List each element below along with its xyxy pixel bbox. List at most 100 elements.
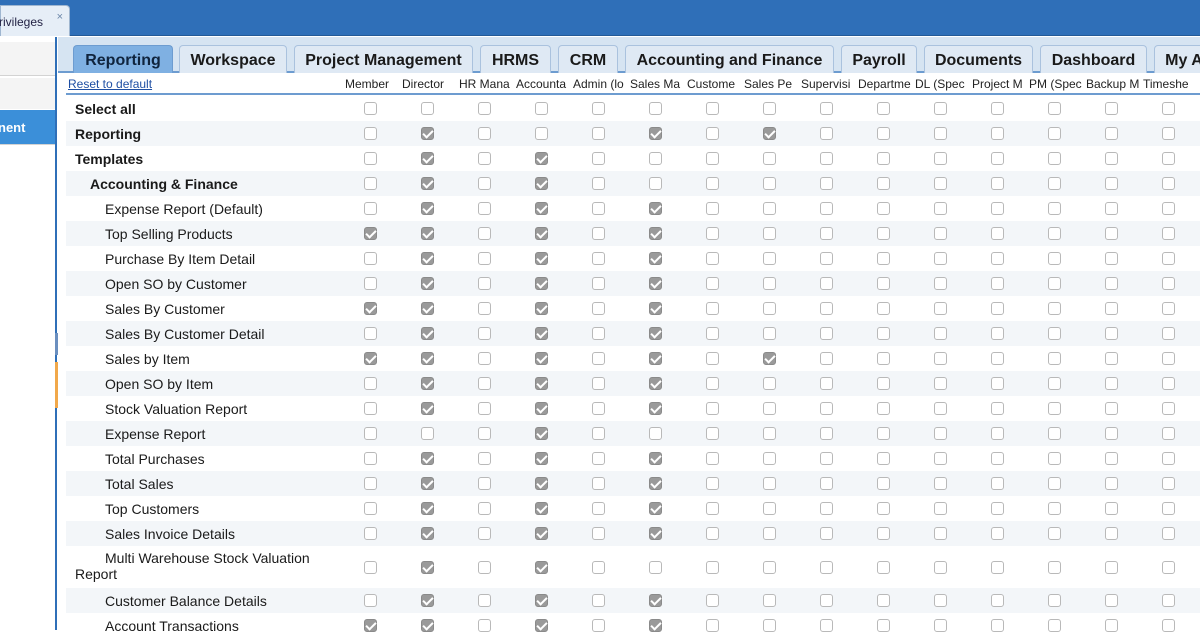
privilege-checkbox[interactable] — [592, 202, 605, 215]
privilege-checkbox[interactable] — [535, 277, 548, 290]
privilege-checkbox[interactable] — [877, 277, 890, 290]
privilege-checkbox[interactable] — [535, 594, 548, 607]
privilege-checkbox[interactable] — [991, 252, 1004, 265]
privilege-checkbox[interactable] — [1048, 227, 1061, 240]
privilege-checkbox[interactable] — [478, 227, 491, 240]
privilege-checkbox[interactable] — [934, 277, 947, 290]
privilege-checkbox[interactable] — [1162, 327, 1175, 340]
privilege-checkbox[interactable] — [1105, 594, 1118, 607]
privilege-checkbox[interactable] — [592, 227, 605, 240]
privilege-checkbox[interactable] — [1162, 277, 1175, 290]
privilege-checkbox[interactable] — [649, 452, 662, 465]
privilege-checkbox[interactable] — [478, 102, 491, 115]
left-panel-item-active[interactable]: nent — [0, 109, 55, 145]
privilege-checkbox[interactable] — [421, 177, 434, 190]
privilege-checkbox[interactable] — [877, 594, 890, 607]
privilege-checkbox[interactable] — [820, 452, 833, 465]
privilege-checkbox[interactable] — [535, 152, 548, 165]
privilege-checkbox[interactable] — [820, 302, 833, 315]
privilege-checkbox[interactable] — [1162, 477, 1175, 490]
privilege-checkbox[interactable] — [421, 327, 434, 340]
privilege-checkbox[interactable] — [763, 402, 776, 415]
privilege-checkbox[interactable] — [478, 502, 491, 515]
privilege-checkbox[interactable] — [934, 127, 947, 140]
privilege-checkbox[interactable] — [364, 302, 377, 315]
privilege-checkbox[interactable] — [820, 502, 833, 515]
privilege-checkbox[interactable] — [592, 177, 605, 190]
privilege-checkbox[interactable] — [820, 202, 833, 215]
privilege-checkbox[interactable] — [934, 227, 947, 240]
privilege-checkbox[interactable] — [364, 427, 377, 440]
privilege-checkbox[interactable] — [535, 127, 548, 140]
privilege-checkbox[interactable] — [820, 477, 833, 490]
privilege-checkbox[interactable] — [820, 327, 833, 340]
privilege-checkbox[interactable] — [1105, 561, 1118, 574]
privilege-checkbox[interactable] — [934, 102, 947, 115]
privilege-checkbox[interactable] — [1105, 527, 1118, 540]
privilege-checkbox[interactable] — [535, 352, 548, 365]
privilege-checkbox[interactable] — [763, 427, 776, 440]
privilege-checkbox[interactable] — [649, 227, 662, 240]
privilege-checkbox[interactable] — [763, 527, 776, 540]
privilege-checkbox[interactable] — [649, 177, 662, 190]
privilege-checkbox[interactable] — [649, 202, 662, 215]
privilege-checkbox[interactable] — [763, 177, 776, 190]
privilege-checkbox[interactable] — [364, 527, 377, 540]
privilege-checkbox[interactable] — [763, 302, 776, 315]
privilege-checkbox[interactable] — [1048, 427, 1061, 440]
privilege-checkbox[interactable] — [421, 252, 434, 265]
privilege-checkbox[interactable] — [592, 377, 605, 390]
privilege-checkbox[interactable] — [1105, 102, 1118, 115]
privilege-checkbox[interactable] — [478, 427, 491, 440]
privilege-checkbox[interactable] — [1105, 152, 1118, 165]
privilege-checkbox[interactable] — [1105, 352, 1118, 365]
privilege-checkbox[interactable] — [592, 452, 605, 465]
privilege-checkbox[interactable] — [1048, 561, 1061, 574]
privilege-checkbox[interactable] — [535, 377, 548, 390]
privilege-checkbox[interactable] — [1105, 452, 1118, 465]
privilege-checkbox[interactable] — [478, 252, 491, 265]
privilege-checkbox[interactable] — [592, 152, 605, 165]
privilege-checkbox[interactable] — [763, 452, 776, 465]
privilege-checkbox[interactable] — [706, 561, 719, 574]
privilege-checkbox[interactable] — [1048, 327, 1061, 340]
privilege-checkbox[interactable] — [478, 327, 491, 340]
privilege-checkbox[interactable] — [535, 102, 548, 115]
left-panel-item-1[interactable] — [0, 41, 55, 76]
privilege-checkbox[interactable] — [877, 502, 890, 515]
privilege-checkbox[interactable] — [1162, 102, 1175, 115]
privilege-checkbox[interactable] — [535, 202, 548, 215]
privilege-checkbox[interactable] — [535, 402, 548, 415]
privilege-checkbox[interactable] — [421, 502, 434, 515]
privilege-checkbox[interactable] — [649, 152, 662, 165]
privilege-checkbox[interactable] — [763, 477, 776, 490]
privilege-checkbox[interactable] — [934, 302, 947, 315]
privilege-checkbox[interactable] — [763, 594, 776, 607]
privilege-checkbox[interactable] — [1048, 594, 1061, 607]
privilege-checkbox[interactable] — [991, 619, 1004, 632]
privilege-checkbox[interactable] — [991, 302, 1004, 315]
privilege-checkbox[interactable] — [478, 352, 491, 365]
privilege-checkbox[interactable] — [934, 502, 947, 515]
privilege-checkbox[interactable] — [592, 527, 605, 540]
privilege-checkbox[interactable] — [364, 252, 377, 265]
privilege-checkbox[interactable] — [877, 252, 890, 265]
privilege-checkbox[interactable] — [421, 452, 434, 465]
privilege-checkbox[interactable] — [1162, 402, 1175, 415]
privilege-checkbox[interactable] — [478, 177, 491, 190]
privilege-checkbox[interactable] — [1048, 252, 1061, 265]
privilege-checkbox[interactable] — [535, 452, 548, 465]
privilege-checkbox[interactable] — [1048, 377, 1061, 390]
privilege-checkbox[interactable] — [1105, 402, 1118, 415]
privilege-checkbox[interactable] — [1048, 402, 1061, 415]
privilege-checkbox[interactable] — [1105, 277, 1118, 290]
tab-dashboard[interactable]: Dashboard — [1040, 45, 1147, 73]
privilege-checkbox[interactable] — [592, 102, 605, 115]
privilege-checkbox[interactable] — [763, 619, 776, 632]
privilege-checkbox[interactable] — [706, 402, 719, 415]
privilege-checkbox[interactable] — [991, 202, 1004, 215]
privilege-checkbox[interactable] — [478, 152, 491, 165]
tab-crm[interactable]: CRM — [558, 45, 618, 73]
privilege-checkbox[interactable] — [364, 227, 377, 240]
privilege-checkbox[interactable] — [991, 452, 1004, 465]
